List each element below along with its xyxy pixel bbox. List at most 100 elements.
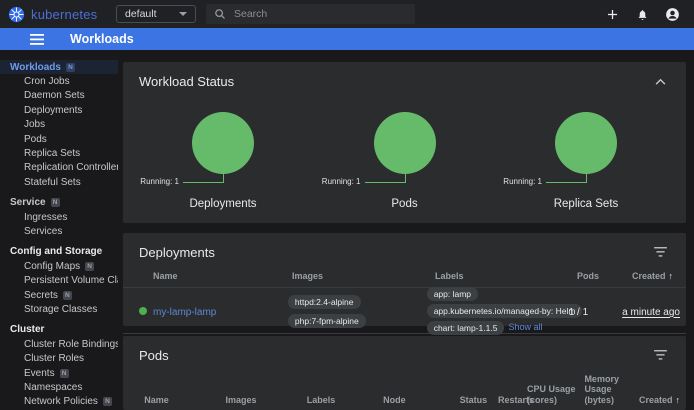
sidebar: Workloads N Cron Jobs Daemon Sets Deploy… — [0, 50, 118, 410]
sidebar-item-stateful-sets[interactable]: Stateful Sets — [0, 175, 118, 189]
search-icon — [214, 8, 226, 20]
sidebar-item-namespaces[interactable]: Namespaces — [0, 380, 118, 394]
replica-sets-chart[interactable]: Running: 1 Replica Sets — [496, 110, 676, 214]
column-header-restarts[interactable]: Restarts — [498, 395, 527, 405]
sidebar-section-cluster: Cluster — [0, 323, 118, 337]
filter-icon — [654, 247, 667, 257]
column-header-created[interactable]: Created↑ — [632, 271, 686, 281]
deployments-card: Deployments Name Images Labels Pods Crea… — [123, 233, 686, 326]
sidebar-item-ingresses[interactable]: Ingresses — [0, 210, 118, 224]
column-header-node[interactable]: Node — [383, 395, 459, 405]
account-button[interactable] — [662, 4, 682, 24]
sort-arrow-icon: ↑ — [676, 395, 681, 405]
card-title: Workload Status — [139, 74, 234, 89]
status-ok-icon — [139, 307, 147, 315]
deployments-chart[interactable]: Running: 1 Deployments — [133, 110, 313, 214]
pie-running — [555, 112, 617, 174]
sidebar-item-cron-jobs[interactable]: Cron Jobs — [0, 74, 118, 88]
chart-title: Deployments — [133, 198, 313, 210]
sidebar-item-pods[interactable]: Pods — [0, 132, 118, 146]
card-title: Deployments — [139, 245, 215, 260]
card-title: Pods — [139, 348, 169, 363]
filter-button[interactable] — [650, 242, 670, 262]
deployments-table-header: Name Images Labels Pods Created↑ — [123, 267, 686, 288]
column-header-memory[interactable]: Memory Usage (bytes) — [584, 374, 639, 405]
namespaced-badge: N — [63, 291, 72, 300]
pie-running — [374, 112, 436, 174]
filter-icon — [654, 350, 667, 360]
sidebar-item-cluster-roles[interactable]: Cluster Roles — [0, 351, 118, 365]
chevron-down-icon — [179, 12, 187, 16]
chart-legend: Running: 1 — [503, 177, 542, 186]
search-input[interactable] — [234, 8, 407, 20]
appbar: Workloads — [0, 28, 694, 50]
column-header-pods[interactable]: Pods — [577, 271, 632, 281]
chevron-up-icon — [655, 78, 666, 85]
sidebar-item-service[interactable]: Service N — [0, 196, 118, 210]
sidebar-item-deployments[interactable]: Deployments — [0, 103, 118, 117]
column-header-name[interactable]: Name — [153, 271, 292, 281]
main-content: Workload Status Running: 1 Deployments — [118, 50, 694, 410]
pods-chart[interactable]: Running: 1 Pods — [315, 110, 495, 214]
deployment-name-link[interactable]: my-lamp-lamp — [153, 307, 216, 318]
kubernetes-logo — [8, 6, 25, 23]
notifications-button[interactable] — [632, 4, 652, 24]
menu-button[interactable] — [30, 34, 44, 45]
column-header-cpu[interactable]: CPU Usage (cores) — [527, 384, 584, 405]
namespaced-badge: N — [51, 198, 60, 207]
hamburger-icon — [30, 34, 44, 45]
namespaced-badge: N — [60, 369, 69, 378]
namespaced-badge: N — [66, 63, 75, 72]
sidebar-item-secrets[interactable]: Secrets N — [0, 288, 118, 302]
sidebar-item-daemon-sets[interactable]: Daemon Sets — [0, 89, 118, 103]
sort-arrow-icon: ↑ — [669, 271, 674, 281]
workload-status-card: Workload Status Running: 1 Deployments — [123, 62, 686, 223]
collapse-button[interactable] — [650, 71, 670, 91]
namespaced-badge: N — [85, 262, 94, 271]
brand[interactable]: kubernetes — [0, 6, 110, 23]
column-header-labels[interactable]: Labels — [307, 395, 383, 405]
column-header-images[interactable]: Images — [225, 395, 306, 405]
column-header-name[interactable]: Name — [144, 395, 225, 405]
show-all-link[interactable]: Show all — [508, 322, 542, 333]
sidebar-item-replica-sets[interactable]: Replica Sets — [0, 146, 118, 160]
namespace-value: default — [125, 8, 157, 20]
column-header-images[interactable]: Images — [292, 271, 435, 281]
sidebar-item-storage-classes[interactable]: Storage Classes — [0, 302, 118, 316]
search-box[interactable] — [206, 4, 415, 24]
sidebar-item-config-maps[interactable]: Config Maps N — [0, 259, 118, 273]
kubernetes-dashboard: kubernetes default — [0, 0, 694, 410]
pie-running — [192, 112, 254, 174]
sidebar-item-replication-controllers[interactable]: Replication Controllers — [0, 161, 118, 175]
sidebar-item-jobs[interactable]: Jobs — [0, 118, 118, 132]
pods-card: Pods Name Images Labels Node Status Rest… — [123, 336, 686, 410]
sidebar-item-workloads[interactable]: Workloads N — [0, 60, 118, 74]
chart-legend: Running: 1 — [140, 177, 179, 186]
chart-legend: Running: 1 — [322, 177, 361, 186]
column-header-created[interactable]: Created↑ — [639, 395, 686, 405]
create-resource-button[interactable] — [602, 4, 622, 24]
deployment-row: my-lamp-lamp httpd:2.4-alpine php:7-fpm-a… — [123, 288, 686, 334]
image-chip: php:7-fpm-alpine — [288, 314, 366, 328]
sidebar-item-persistent-volume-claims[interactable]: Persistent Volume Claims N — [0, 273, 118, 287]
label-chip: app: lamp — [427, 287, 478, 301]
filter-button[interactable] — [650, 345, 670, 365]
sidebar-item-events[interactable]: Events N — [0, 366, 118, 380]
column-header-status[interactable]: Status — [460, 395, 498, 405]
page-title: Workloads — [70, 32, 134, 46]
label-chip: chart: lamp-1.1.5 — [427, 321, 505, 335]
topbar: kubernetes default — [0, 0, 694, 28]
brand-name: kubernetes — [31, 7, 97, 22]
sidebar-item-services[interactable]: Services — [0, 224, 118, 238]
chart-title: Pods — [315, 198, 495, 210]
sidebar-item-cluster-role-bindings[interactable]: Cluster Role Bindings — [0, 337, 118, 351]
created-ago[interactable]: a minute ago — [622, 307, 680, 318]
namespace-selector[interactable]: default — [116, 5, 196, 23]
column-header-labels[interactable]: Labels — [435, 271, 577, 281]
pods-count: 1 / 1 — [569, 307, 588, 318]
image-chip: httpd:2.4-alpine — [288, 295, 361, 309]
pods-table-header: Name Images Labels Node Status Restarts … — [123, 370, 686, 410]
sidebar-item-network-policies[interactable]: Network Policies N — [0, 395, 118, 409]
label-chip: app.kubernetes.io/managed-by: Helm — [427, 304, 583, 318]
bell-icon — [636, 8, 649, 21]
